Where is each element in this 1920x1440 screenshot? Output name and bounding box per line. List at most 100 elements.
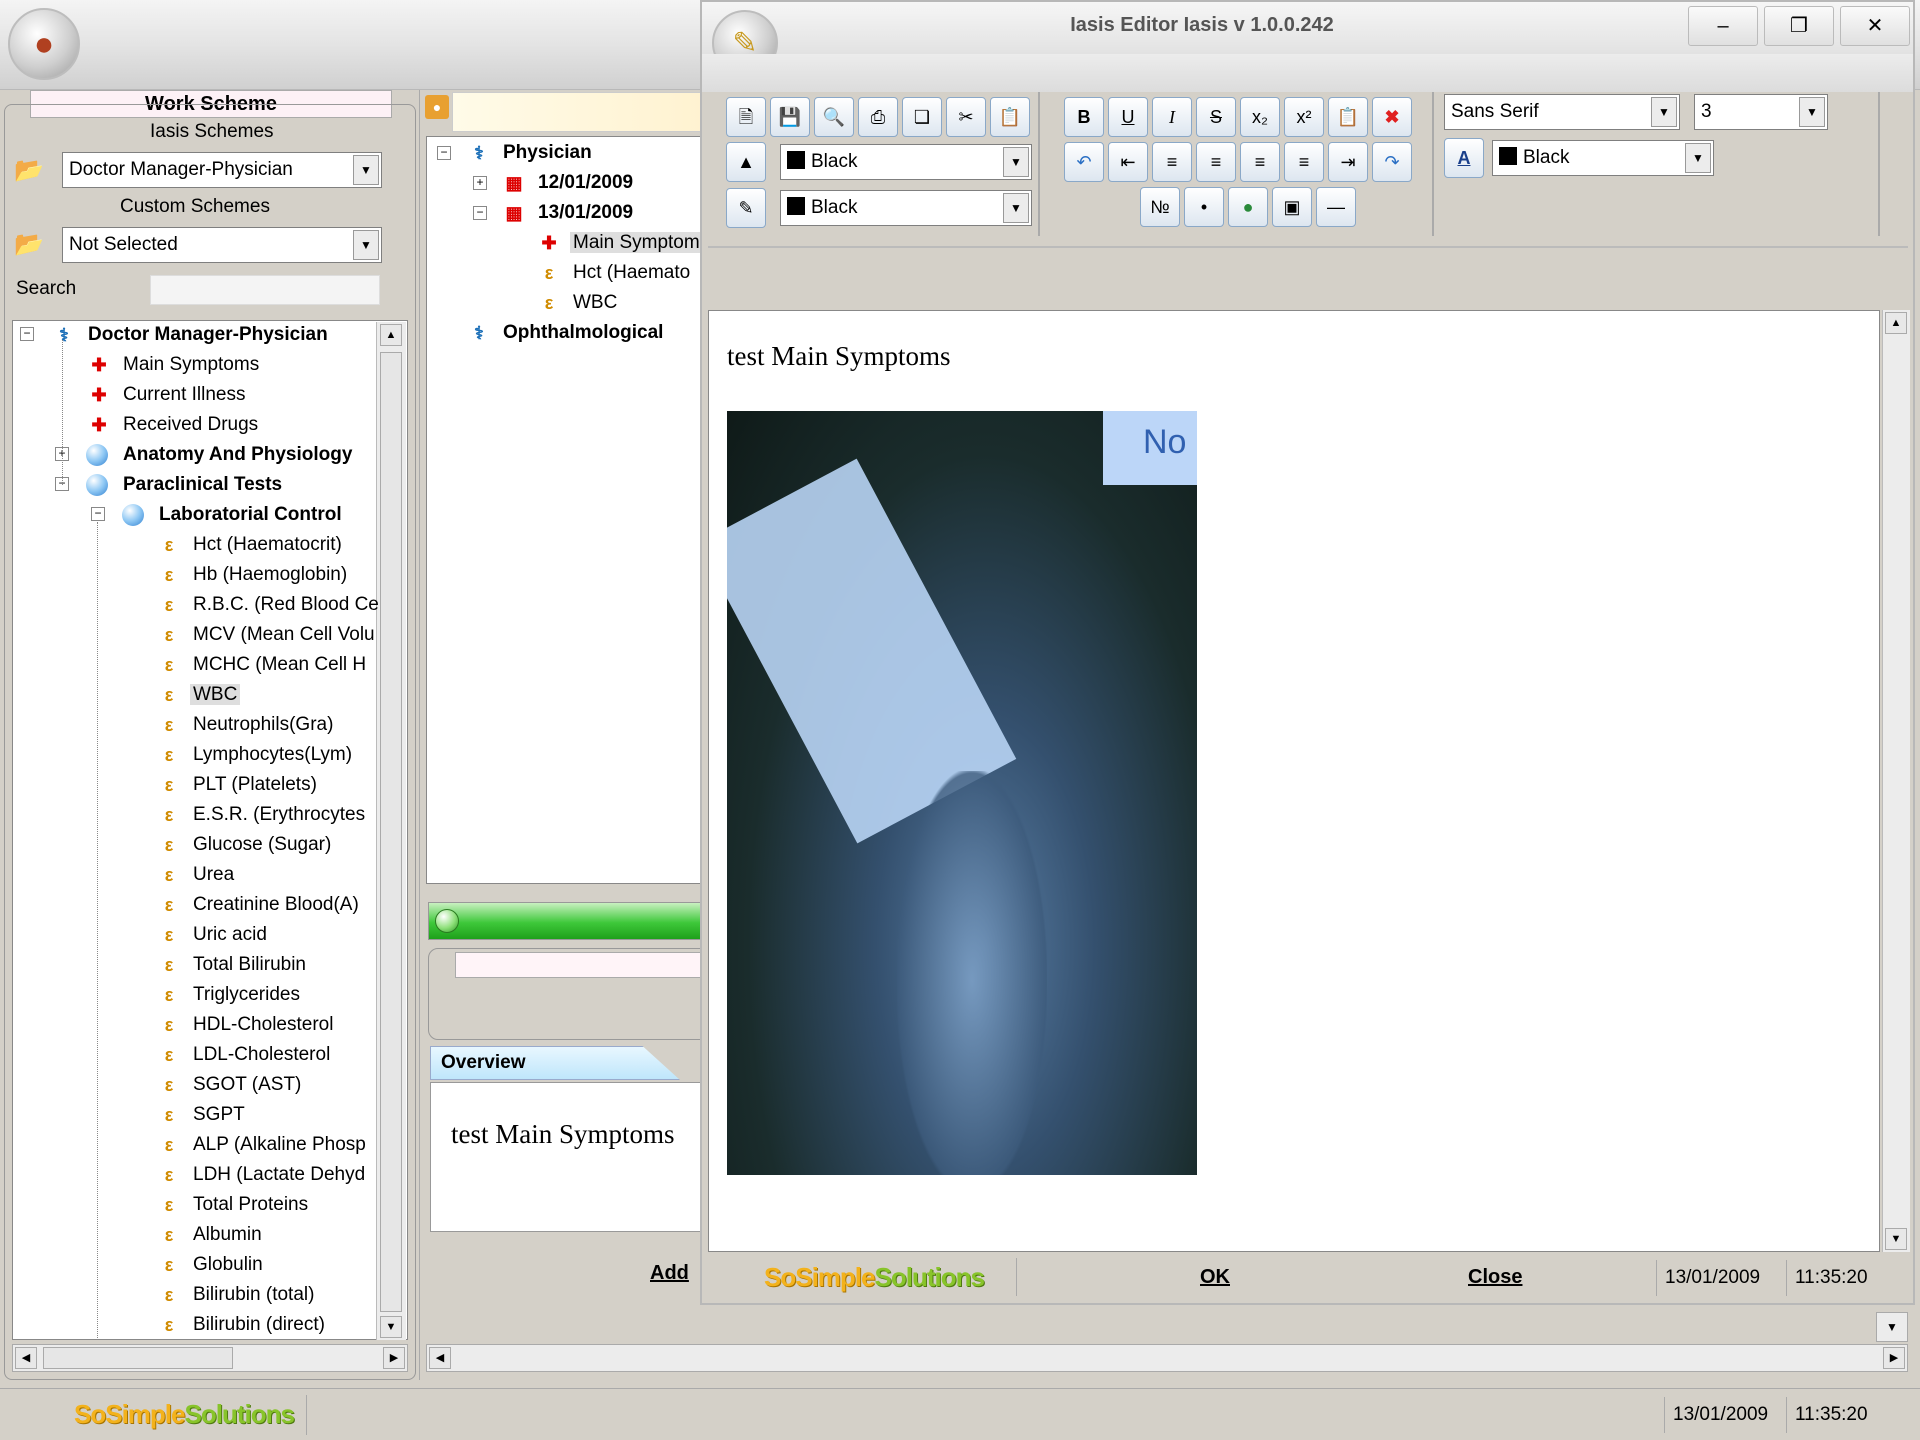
lab-test-item[interactable]: ε MCHC (Mean Cell H	[165, 650, 369, 680]
tree-expander-minus[interactable]: −	[473, 206, 487, 220]
close-window-button[interactable]: ✕	[1840, 6, 1910, 46]
scroll-down-icon[interactable]: ▼	[380, 1316, 402, 1338]
visit-date[interactable]: ▦ 13/01/2009	[505, 198, 636, 228]
chevron-down-icon[interactable]: ▼	[1003, 147, 1029, 177]
lab-test-item[interactable]: ε Urea	[165, 860, 237, 890]
chevron-down-icon[interactable]: ▼	[1685, 143, 1711, 173]
lab-test-item[interactable]: ε Albumin	[165, 1220, 265, 1250]
scheme-tree-vscrollbar[interactable]: ▲ ▼	[376, 322, 406, 1340]
history-item[interactable]: ε WBC	[545, 288, 620, 318]
lab-test-item[interactable]: ε Neutrophils(Gra)	[165, 710, 336, 740]
font-family-select[interactable]: Sans Serif ▼	[1444, 94, 1680, 130]
insert-link-globe-icon[interactable]: ●	[1228, 187, 1268, 227]
iasis-scheme-select[interactable]: Doctor Manager-Physician ▼	[62, 152, 382, 188]
notes-input[interactable]	[455, 952, 712, 978]
tree-item[interactable]: ✚ Current Illness	[91, 380, 249, 410]
outdent-icon[interactable]: ⇤	[1108, 142, 1148, 182]
add-button[interactable]: Add	[650, 1262, 689, 1285]
copy-icon[interactable]: ❏	[902, 97, 942, 137]
paste-icon[interactable]: 📋	[990, 97, 1030, 137]
lab-test-item[interactable]: ε Total Proteins	[165, 1190, 311, 1220]
folder-open-icon[interactable]: 📂	[14, 230, 44, 259]
print-preview-icon[interactable]: 🔍	[814, 97, 854, 137]
align-justify-icon[interactable]: ≡	[1240, 142, 1280, 182]
tree-item[interactable]: ✚ Received Drugs	[91, 410, 261, 440]
print-icon[interactable]: ⎙	[858, 97, 898, 137]
background-color-select[interactable]: Black ▼	[780, 190, 1032, 226]
editor-vscrollbar[interactable]: ▲ ▼	[1882, 310, 1910, 1252]
lab-test-item[interactable]: ε Bilirubin (direct)	[165, 1310, 328, 1340]
delete-icon[interactable]: ✖	[1372, 97, 1412, 137]
lab-test-item[interactable]: ε LDH (Lactate Dehyd	[165, 1160, 368, 1190]
tree-item[interactable]: Anatomy And Physiology	[86, 440, 355, 470]
numbered-list-icon[interactable]: №	[1140, 187, 1180, 227]
lab-test-item[interactable]: ε E.S.R. (Erythrocytes	[165, 800, 368, 830]
scroll-left-icon[interactable]: ◀	[15, 1347, 37, 1369]
lab-test-item[interactable]: ε Creatinine Blood(A)	[165, 890, 362, 920]
lab-test-item[interactable]: ε Glucose (Sugar)	[165, 830, 334, 860]
scroll-left-icon[interactable]: ◀	[429, 1347, 451, 1369]
search-input[interactable]	[150, 275, 380, 305]
anatomy-logo-icon[interactable]: ●	[8, 8, 80, 80]
superscript-icon[interactable]: x²	[1284, 97, 1324, 137]
lab-test-item[interactable]: ε HDL-Cholesterol	[165, 1010, 336, 1040]
editor-content[interactable]: test Main Symptoms No	[708, 310, 1880, 1252]
lab-test-item[interactable]: ε WBC	[165, 680, 241, 710]
history-item[interactable]: ✚ Main Symptom	[541, 228, 703, 258]
tree-item[interactable]: Paraclinical Tests	[86, 470, 285, 500]
horizontal-rule-icon[interactable]: —	[1316, 187, 1356, 227]
bold-icon[interactable]: B	[1064, 97, 1104, 137]
font-size-select[interactable]: 3 ▼	[1694, 94, 1828, 130]
lab-test-item[interactable]: ε Bilirubin (total)	[165, 1280, 317, 1310]
paste-special-icon[interactable]: 📋	[1328, 97, 1368, 137]
undo-icon[interactable]: ↶	[1064, 142, 1104, 182]
chevron-down-icon[interactable]: ▼	[353, 230, 379, 260]
underline-icon[interactable]: U	[1108, 97, 1148, 137]
tab-overview[interactable]: Overview	[430, 1046, 680, 1080]
highlighter-icon[interactable]: ✎	[726, 188, 766, 228]
scroll-thumb[interactable]	[380, 352, 402, 1312]
highlight-color-select[interactable]: Black ▼	[780, 144, 1032, 180]
redo-icon[interactable]: ↷	[1372, 142, 1412, 182]
save-icon[interactable]: 💾	[770, 97, 810, 137]
tree-expander-minus[interactable]: −	[20, 327, 34, 341]
lab-test-item[interactable]: ε MCV (Mean Cell Volu	[165, 620, 378, 650]
indent-icon[interactable]: ⇥	[1328, 142, 1368, 182]
minimize-button[interactable]: –	[1688, 6, 1758, 46]
restore-button[interactable]: ❐	[1764, 6, 1834, 46]
history-hscrollbar[interactable]: ◀ ▶	[426, 1344, 1908, 1372]
scroll-right-icon[interactable]: ▶	[383, 1347, 405, 1369]
lab-test-item[interactable]: ε SGPT	[165, 1100, 248, 1130]
lab-test-item[interactable]: ε Hct (Haematocrit)	[165, 530, 345, 560]
scroll-up-icon[interactable]: ▲	[380, 324, 402, 346]
italic-icon[interactable]: I	[1152, 97, 1192, 137]
folder-open-icon[interactable]: 📂	[14, 156, 44, 185]
align-center-icon[interactable]: ≡	[1196, 142, 1236, 182]
visit-date[interactable]: ▦ 12/01/2009	[505, 168, 636, 198]
hscroll-thumb[interactable]	[43, 1347, 233, 1369]
tree-item[interactable]: Laboratorial Control	[122, 500, 345, 530]
text-color-icon[interactable]: A	[1444, 138, 1484, 178]
cut-icon[interactable]: ✂	[946, 97, 986, 137]
lab-test-item[interactable]: ε Hb (Haemoglobin)	[165, 560, 350, 590]
fill-color-icon[interactable]: ▲	[726, 142, 766, 182]
scroll-up-icon[interactable]: ▲	[1885, 312, 1907, 334]
text-color-select[interactable]: Black ▼	[1492, 140, 1714, 176]
tree-root[interactable]: ⚕ Doctor Manager-Physician	[59, 320, 331, 350]
tree-expander-minus[interactable]: −	[437, 146, 451, 160]
subscript-icon[interactable]: x₂	[1240, 97, 1280, 137]
tree-expander-minus[interactable]: −	[91, 507, 105, 521]
lab-test-item[interactable]: ε ALP (Alkaline Phosp	[165, 1130, 369, 1160]
scheme-tree-hscrollbar[interactable]: ◀ ▶	[12, 1344, 408, 1372]
lab-test-item[interactable]: ε Triglycerides	[165, 980, 303, 1010]
align-left-icon[interactable]: ≡	[1152, 142, 1192, 182]
insert-image-icon[interactable]: ▣	[1272, 187, 1312, 227]
history-item[interactable]: ε Hct (Haemato	[545, 258, 693, 288]
tree-item[interactable]: ✚ Main Symptoms	[91, 350, 262, 380]
scroll-right-icon[interactable]: ▶	[1883, 1347, 1905, 1369]
chevron-down-icon[interactable]: ▼	[1003, 193, 1029, 223]
tree-expander-plus[interactable]: +	[473, 176, 487, 190]
chevron-down-icon[interactable]: ▼	[353, 155, 379, 185]
history-root[interactable]: ⚕ Physician	[474, 138, 595, 168]
lab-test-item[interactable]: ε Globulin	[165, 1250, 266, 1280]
